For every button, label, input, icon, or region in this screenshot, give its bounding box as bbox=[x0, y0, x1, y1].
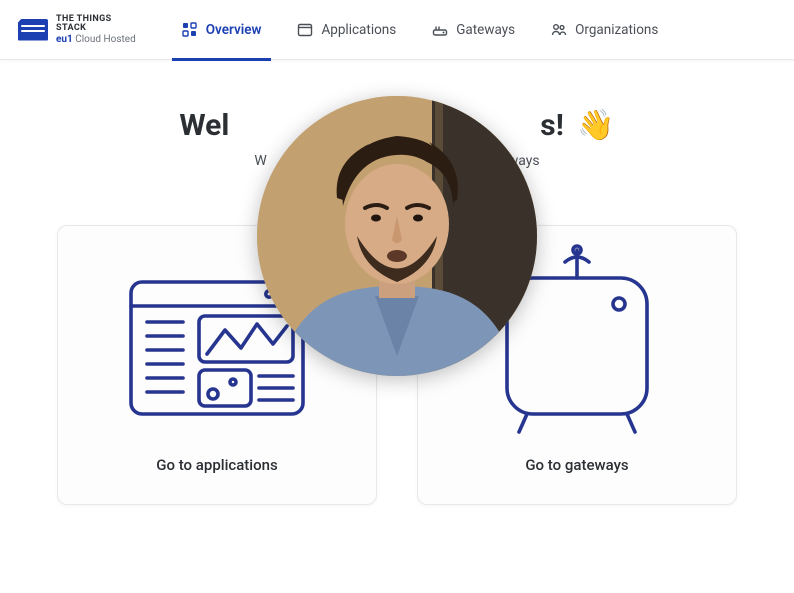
brand-line2: STACK bbox=[56, 23, 86, 33]
card-applications-label: Go to applications bbox=[156, 456, 277, 474]
nav-tabs: Overview Applications Gateways Organizat… bbox=[164, 0, 677, 60]
nav-tab-organizations[interactable]: Organizations bbox=[533, 0, 676, 60]
top-nav: THE THINGS STACK eu1 Cloud Hosted Overvi… bbox=[0, 0, 794, 60]
overview-grid-icon bbox=[182, 22, 198, 38]
nav-tab-gateways-label: Gateways bbox=[456, 22, 515, 38]
brand-cluster-prefix: eu1 bbox=[56, 34, 73, 45]
presenter-avatar bbox=[257, 96, 537, 376]
gateways-router-icon bbox=[432, 22, 448, 38]
brand-logo-icon bbox=[18, 19, 48, 41]
brand-block[interactable]: THE THINGS STACK eu1 Cloud Hosted bbox=[18, 15, 136, 45]
nav-tab-gateways[interactable]: Gateways bbox=[414, 0, 533, 60]
brand-texts: THE THINGS STACK eu1 Cloud Hosted bbox=[56, 15, 136, 45]
nav-tab-applications[interactable]: Applications bbox=[279, 0, 414, 60]
nav-tab-overview-label: Overview bbox=[206, 22, 262, 38]
nav-tab-overview[interactable]: Overview bbox=[164, 0, 280, 60]
brand-cluster-suffix: Cloud Hosted bbox=[73, 34, 136, 45]
wave-emoji-icon: 👋 bbox=[577, 108, 614, 143]
nav-tab-organizations-label: Organizations bbox=[575, 22, 658, 38]
card-gateways-label: Go to gateways bbox=[525, 456, 628, 474]
organizations-people-icon bbox=[551, 22, 567, 38]
welcome-title-suffix: s! bbox=[540, 108, 564, 143]
nav-tab-applications-label: Applications bbox=[321, 22, 396, 38]
welcome-subtitle-prefix: W bbox=[254, 153, 266, 169]
welcome-title-prefix: Wel bbox=[179, 108, 229, 143]
applications-window-icon bbox=[297, 22, 313, 38]
page-body: Wel come back, username s! 👋 W alkthroug… bbox=[0, 60, 794, 505]
brand-cluster: eu1 Cloud Hosted bbox=[56, 35, 136, 45]
